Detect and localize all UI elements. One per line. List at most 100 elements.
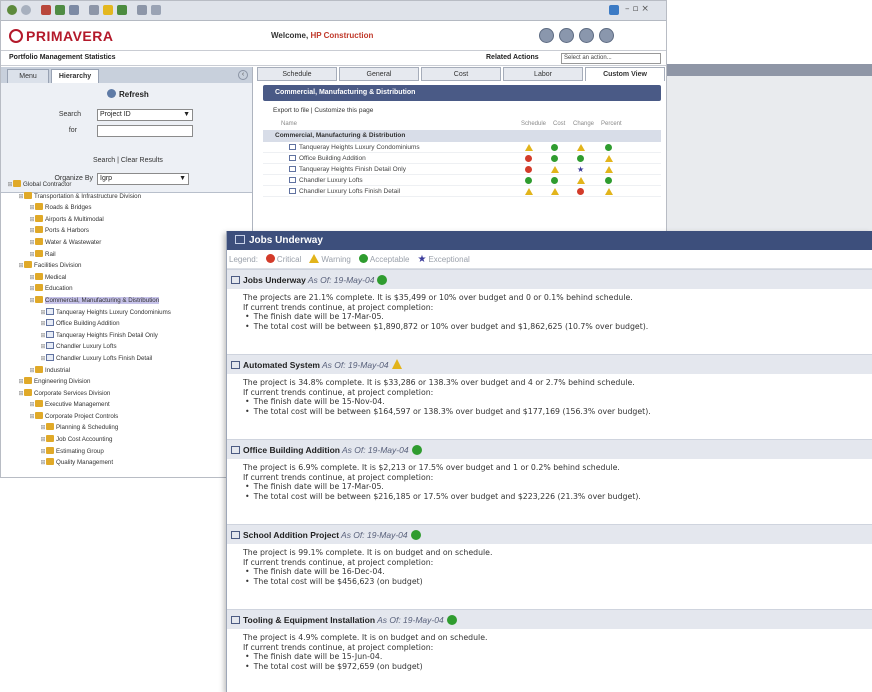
job-header[interactable]: School Addition Project As Of: 19-May-04 [227, 524, 872, 544]
tree-item[interactable]: ⊞ Tanqueray Heights Luxury Condominiums [1, 307, 253, 319]
collapse-icon[interactable] [231, 531, 240, 539]
tree-item[interactable]: ⊞ Commercial, Manufacturing & Distributio… [1, 295, 253, 307]
favorites-icon[interactable] [103, 5, 113, 15]
search-icon[interactable] [89, 5, 99, 15]
home-icon[interactable] [69, 5, 79, 15]
job-header[interactable]: Automated System As Of: 19-May-04 [227, 354, 872, 374]
tree-item[interactable]: ⊞ Water & Wastewater [1, 237, 253, 249]
tree-item[interactable]: ⊞ Medical [1, 272, 253, 284]
tab-hierarchy[interactable]: Hierarchy [51, 69, 99, 83]
job-name[interactable]: School Addition Project [243, 530, 339, 540]
collapse-icon[interactable]: ‹ [238, 70, 248, 80]
project-row[interactable]: Tanqueray Heights Luxury Condominiums [263, 142, 661, 153]
tree-item[interactable]: ⊞ Chandler Luxury Lofts [1, 341, 253, 353]
forecast-list: The finish date will be 16-Dec-04.The to… [243, 567, 872, 586]
back-icon[interactable] [7, 5, 17, 15]
mail-icon[interactable] [137, 5, 147, 15]
tree-item[interactable]: ⊞ Global Contractor [1, 179, 253, 191]
status-red-icon [525, 166, 532, 173]
refresh-icon[interactable] [55, 5, 65, 15]
tab-schedule[interactable]: Schedule [257, 67, 337, 81]
tree-item[interactable]: ⊞ Corporate Services Division [1, 388, 253, 400]
project-name[interactable]: Tanqueray Heights Finish Detail Only [299, 166, 406, 173]
tree-item[interactable]: ⊞ Job Cost Accounting [1, 434, 253, 446]
tree-item[interactable]: ⊞ Tanqueray Heights Finish Detail Only [1, 330, 253, 342]
job-header[interactable]: Office Building Addition As Of: 19-May-04 [227, 439, 872, 459]
project-name[interactable]: Office Building Addition [299, 155, 366, 162]
project-name[interactable]: Chandler Luxury Lofts [299, 177, 363, 184]
left-panel: Menu Hierarchy ‹ Refresh Search Project … [1, 67, 253, 477]
tree-item[interactable]: ⊞ Quality Management [1, 457, 253, 469]
tab-menu[interactable]: Menu [7, 69, 49, 83]
collapse-icon[interactable] [231, 276, 240, 284]
collapse-icon[interactable] [231, 446, 240, 454]
job-name[interactable]: Office Building Addition [243, 445, 340, 455]
status-green-icon [577, 155, 584, 162]
print-icon[interactable] [151, 5, 161, 15]
collapse-icon[interactable] [231, 616, 240, 624]
tree-item[interactable]: ⊞ Chandler Luxury Lofts Finish Detail [1, 353, 253, 365]
refresh-button[interactable]: Refresh [107, 89, 149, 99]
browser-toolbar: – ▫ × [1, 1, 666, 21]
tree-item[interactable]: ⊞ Transportation & Infrastructure Divisio… [1, 191, 253, 203]
search-field-value: Project ID [100, 111, 131, 118]
tree-item[interactable]: ⊞ Corporate Project Controls [1, 411, 253, 423]
tree-item-label: Medical [45, 273, 67, 281]
search-field-select[interactable]: Project ID ▼ [97, 109, 193, 121]
for-label: for [68, 127, 77, 134]
tree-item[interactable]: ⊞ Engineering Division [1, 376, 253, 388]
related-actions-select[interactable]: Select an action... [561, 53, 661, 64]
legend-text: Acceptable [369, 255, 410, 264]
tree-item-label: Airports & Multimodal [45, 215, 104, 223]
job-header[interactable]: Tooling & Equipment Installation As Of: 1… [227, 609, 872, 629]
tree-item[interactable]: ⊞ Facilities Division [1, 260, 253, 272]
tree-item[interactable]: ⊞ Airports & Multimodal [1, 214, 253, 226]
project-name[interactable]: Tanqueray Heights Luxury Condominiums [299, 144, 420, 151]
tree-item[interactable]: ⊞ Industrial [1, 365, 253, 377]
project-row[interactable]: Office Building Addition [263, 153, 661, 164]
hierarchy-tree: ⊞ Global Contractor ⊞ Transportation & Infr… [1, 177, 253, 469]
job-header[interactable]: Jobs Underway As Of: 19-May-04 [227, 269, 872, 289]
tree-item[interactable]: ⊞ Education [1, 283, 253, 295]
project-icon [289, 188, 296, 194]
project-row[interactable]: Tanqueray Heights Finish Detail Only ★ [263, 164, 661, 175]
folder-icon [24, 191, 32, 199]
history-icon[interactable] [117, 5, 127, 15]
job-summary: The projects are 21.1% complete. It is $… [227, 289, 872, 331]
legend-acceptable-icon [358, 254, 368, 263]
forward-icon[interactable] [21, 5, 31, 15]
tree-item-label: Education [45, 285, 73, 293]
search-input[interactable] [97, 125, 193, 137]
help-icon[interactable] [539, 28, 554, 43]
project-name[interactable]: Chandler Luxury Lofts Finish Detail [299, 188, 400, 195]
tab-cost[interactable]: Cost [421, 67, 501, 81]
collapse-icon[interactable] [231, 361, 240, 369]
tree-item[interactable]: ⊞ Ports & Harbors [1, 225, 253, 237]
project-row[interactable]: Chandler Luxury Lofts [263, 175, 661, 186]
window-controls-icon[interactable]: – ▫ × [625, 4, 649, 14]
project-row[interactable]: Chandler Luxury Lofts Finish Detail [263, 186, 661, 197]
search-links[interactable]: Search | Clear Results [93, 157, 163, 164]
job-name[interactable]: Jobs Underway [243, 275, 306, 285]
group-row[interactable]: Commercial, Manufacturing & Distribution [263, 130, 661, 142]
tree-item[interactable]: ⊞ Estimating Group [1, 446, 253, 458]
job-as-of: As Of: 19-May-04 [322, 360, 389, 370]
tree-item[interactable]: ⊞ Roads & Bridges [1, 202, 253, 214]
tab-custom-view[interactable]: Custom View [585, 67, 665, 81]
logout-icon[interactable] [599, 28, 614, 43]
print-page-icon[interactable] [579, 28, 594, 43]
tree-item[interactable]: ⊞ Rail [1, 249, 253, 261]
tab-general[interactable]: General [339, 67, 419, 81]
export-links[interactable]: Export to file | Customize this page [263, 101, 661, 121]
stop-icon[interactable] [41, 5, 51, 15]
job-name[interactable]: Tooling & Equipment Installation [243, 615, 375, 625]
tree-item[interactable]: ⊞ Executive Management [1, 399, 253, 411]
job-name[interactable]: Automated System [243, 360, 320, 370]
tree-item-label: Estimating Group [56, 447, 104, 455]
tab-labor[interactable]: Labor [503, 67, 583, 81]
tree-item[interactable]: ⊞ Office Building Addition [1, 318, 253, 330]
preferences-icon[interactable] [559, 28, 574, 43]
project-icon [46, 353, 54, 361]
tree-item[interactable]: ⊞ Planning & Scheduling [1, 422, 253, 434]
tree-item-label: Tanqueray Heights Luxury Condominiums [56, 308, 171, 316]
